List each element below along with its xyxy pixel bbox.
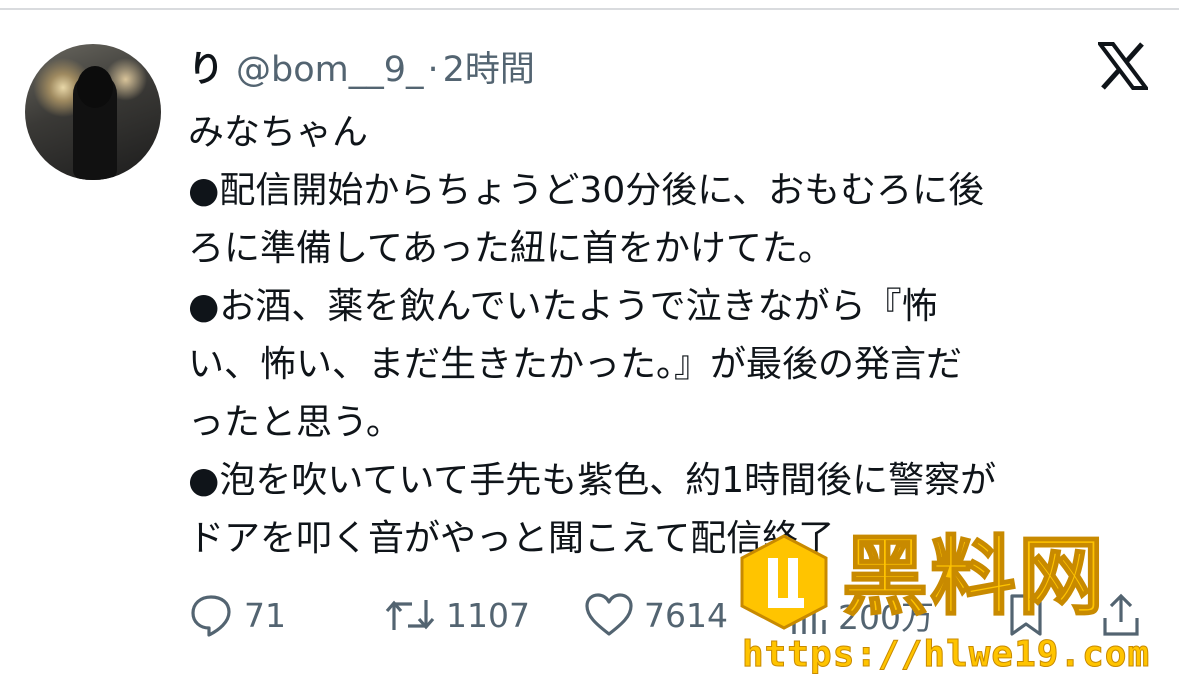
- post-line: ●配信開始からちょうど30分後に、おもむろに後: [188, 170, 985, 211]
- post-line: ったと思う。: [188, 402, 402, 443]
- reply-count: 71: [244, 595, 286, 635]
- author-handle[interactable]: @bom__9_: [236, 50, 424, 90]
- reply-button[interactable]: 71: [188, 590, 286, 640]
- post-text: みなちゃん ●配信開始からちょうど30分後に、おもむろに後 ろに準備してあった紐…: [188, 104, 1148, 568]
- x-logo-icon[interactable]: [1098, 42, 1148, 90]
- post-line: ろに準備してあった紐に首をかけてた。: [188, 228, 834, 269]
- separator-dot: ·: [427, 50, 439, 90]
- watermark-url: https://hlwe19.com: [741, 634, 1151, 676]
- post-line: ●泡を吹いていて手先も紫色、約1時間後に警察が: [188, 460, 997, 501]
- top-divider: [0, 8, 1179, 10]
- like-icon: [585, 593, 633, 636]
- post-line: い、怖い、まだ生きたかった。』が最後の発言だ: [188, 344, 963, 385]
- like-count: 7614: [644, 595, 728, 635]
- post-line: ●お酒、薬を飲んでいたようで泣きながら『怖: [188, 286, 938, 327]
- like-button[interactable]: 7614: [584, 590, 728, 640]
- reply-icon: [191, 595, 231, 637]
- avatar[interactable]: [25, 44, 161, 180]
- repost-button[interactable]: 1107: [384, 590, 530, 640]
- watermark-title: 黑料网: [841, 526, 1106, 628]
- watermark-logo-icon: [740, 534, 828, 630]
- repost-count: 1107: [446, 595, 530, 635]
- post-line: みなちゃん: [188, 112, 369, 153]
- post-time[interactable]: 2時間: [443, 41, 535, 92]
- author-name[interactable]: り: [188, 40, 224, 92]
- post-header: り @bom__9_ · 2時間: [188, 40, 535, 96]
- repost-icon: [385, 600, 435, 630]
- watermark: 黑料网 https://hlwe19.com: [738, 522, 1179, 680]
- avatar-head: [77, 66, 113, 108]
